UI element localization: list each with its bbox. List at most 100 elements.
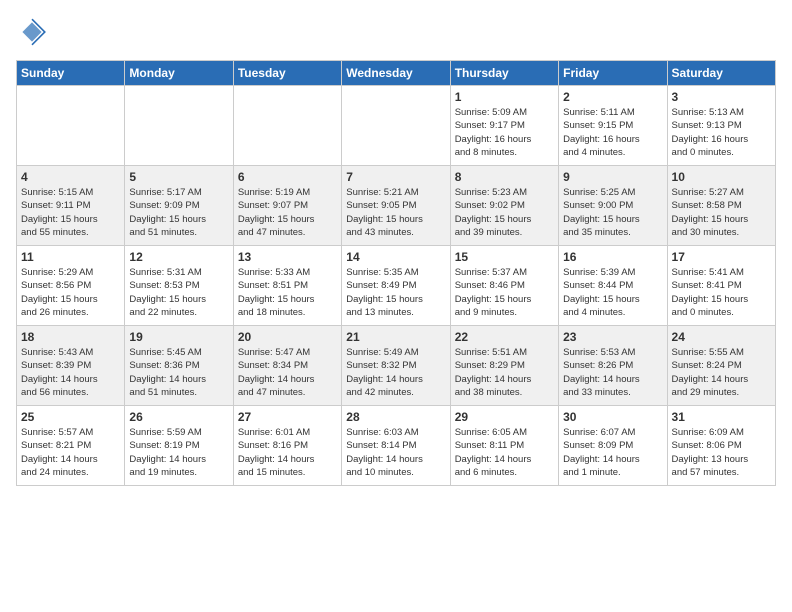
day-info: Sunrise: 5:21 AM Sunset: 9:05 PM Dayligh…: [346, 186, 445, 239]
day-info: Sunrise: 5:31 AM Sunset: 8:53 PM Dayligh…: [129, 266, 228, 319]
calendar-cell: 15Sunrise: 5:37 AM Sunset: 8:46 PM Dayli…: [450, 246, 558, 326]
logo: [16, 16, 52, 48]
calendar-cell: 7 Sunrise: 5:21 AM Sunset: 9:05 PM Daylig…: [342, 166, 450, 246]
day-number: 12: [129, 250, 228, 264]
day-number: 4: [21, 170, 120, 184]
day-number: 11: [21, 250, 120, 264]
day-info: Sunrise: 5:53 AM Sunset: 8:26 PM Dayligh…: [563, 346, 662, 399]
calendar-cell: 16Sunrise: 5:39 AM Sunset: 8:44 PM Dayli…: [559, 246, 667, 326]
day-number: 21: [346, 330, 445, 344]
calendar-week-4: 18Sunrise: 5:43 AM Sunset: 8:39 PM Dayli…: [17, 326, 776, 406]
calendar-cell: 28 Sunrise: 6:03 AM Sunset: 8:14 PM Dayli…: [342, 406, 450, 486]
calendar-cell: 14Sunrise: 5:35 AM Sunset: 8:49 PM Dayli…: [342, 246, 450, 326]
calendar-cell: 20Sunrise: 5:47 AM Sunset: 8:34 PM Dayli…: [233, 326, 341, 406]
day-number: 28: [346, 410, 445, 424]
calendar-cell: 6 Sunrise: 5:19 AM Sunset: 9:07 PM Daylig…: [233, 166, 341, 246]
calendar-cell: 27Sunrise: 6:01 AM Sunset: 8:16 PM Dayli…: [233, 406, 341, 486]
calendar-cell: 10 Sunrise: 5:27 AM Sunset: 8:58 PM Dayli…: [667, 166, 775, 246]
day-number: 8: [455, 170, 554, 184]
calendar-cell: [17, 86, 125, 166]
calendar-week-3: 11 Sunrise: 5:29 AM Sunset: 8:56 PM Dayli…: [17, 246, 776, 326]
day-info: Sunrise: 6:03 AM Sunset: 8:14 PM Dayligh…: [346, 426, 445, 479]
page-header: [16, 16, 776, 48]
calendar-cell: 21 Sunrise: 5:49 AM Sunset: 8:32 PM Dayli…: [342, 326, 450, 406]
day-header-thursday: Thursday: [450, 61, 558, 86]
calendar-cell: 12 Sunrise: 5:31 AM Sunset: 8:53 PM Dayli…: [125, 246, 233, 326]
day-info: Sunrise: 5:51 AM Sunset: 8:29 PM Dayligh…: [455, 346, 554, 399]
day-number: 29: [455, 410, 554, 424]
calendar-week-2: 4 Sunrise: 5:15 AM Sunset: 9:11 PM Daylig…: [17, 166, 776, 246]
day-number: 23: [563, 330, 662, 344]
calendar-cell: 19 Sunrise: 5:45 AM Sunset: 8:36 PM Dayli…: [125, 326, 233, 406]
day-info: Sunrise: 5:15 AM Sunset: 9:11 PM Dayligh…: [21, 186, 120, 239]
day-info: Sunrise: 5:59 AM Sunset: 8:19 PM Dayligh…: [129, 426, 228, 479]
calendar-cell: 4 Sunrise: 5:15 AM Sunset: 9:11 PM Daylig…: [17, 166, 125, 246]
logo-icon: [16, 16, 48, 48]
day-info: Sunrise: 6:05 AM Sunset: 8:11 PM Dayligh…: [455, 426, 554, 479]
calendar-cell: 1Sunrise: 5:09 AM Sunset: 9:17 PM Daylig…: [450, 86, 558, 166]
day-number: 26: [129, 410, 228, 424]
day-info: Sunrise: 6:01 AM Sunset: 8:16 PM Dayligh…: [238, 426, 337, 479]
day-number: 2: [563, 90, 662, 104]
day-number: 30: [563, 410, 662, 424]
day-info: Sunrise: 5:41 AM Sunset: 8:41 PM Dayligh…: [672, 266, 771, 319]
day-number: 3: [672, 90, 771, 104]
day-number: 22: [455, 330, 554, 344]
day-info: Sunrise: 5:45 AM Sunset: 8:36 PM Dayligh…: [129, 346, 228, 399]
calendar-cell: 26 Sunrise: 5:59 AM Sunset: 8:19 PM Dayli…: [125, 406, 233, 486]
day-header-sunday: Sunday: [17, 61, 125, 86]
calendar-cell: 9Sunrise: 5:25 AM Sunset: 9:00 PM Daylig…: [559, 166, 667, 246]
calendar-week-5: 25 Sunrise: 5:57 AM Sunset: 8:21 PM Dayli…: [17, 406, 776, 486]
day-info: Sunrise: 5:57 AM Sunset: 8:21 PM Dayligh…: [21, 426, 120, 479]
day-number: 1: [455, 90, 554, 104]
day-number: 25: [21, 410, 120, 424]
day-number: 31: [672, 410, 771, 424]
day-info: Sunrise: 5:19 AM Sunset: 9:07 PM Dayligh…: [238, 186, 337, 239]
day-number: 5: [129, 170, 228, 184]
day-number: 16: [563, 250, 662, 264]
day-info: Sunrise: 5:11 AM Sunset: 9:15 PM Dayligh…: [563, 106, 662, 159]
calendar-cell: 23 Sunrise: 5:53 AM Sunset: 8:26 PM Dayli…: [559, 326, 667, 406]
day-info: Sunrise: 5:47 AM Sunset: 8:34 PM Dayligh…: [238, 346, 337, 399]
day-number: 14: [346, 250, 445, 264]
calendar-cell: 18Sunrise: 5:43 AM Sunset: 8:39 PM Dayli…: [17, 326, 125, 406]
calendar-cell: [342, 86, 450, 166]
day-info: Sunrise: 5:25 AM Sunset: 9:00 PM Dayligh…: [563, 186, 662, 239]
calendar-cell: 29 Sunrise: 6:05 AM Sunset: 8:11 PM Dayli…: [450, 406, 558, 486]
day-number: 19: [129, 330, 228, 344]
calendar-cell: 31Sunrise: 6:09 AM Sunset: 8:06 PM Dayli…: [667, 406, 775, 486]
day-header-tuesday: Tuesday: [233, 61, 341, 86]
calendar-cell: 13Sunrise: 5:33 AM Sunset: 8:51 PM Dayli…: [233, 246, 341, 326]
calendar-cell: 30 Sunrise: 6:07 AM Sunset: 8:09 PM Dayli…: [559, 406, 667, 486]
day-number: 18: [21, 330, 120, 344]
day-info: Sunrise: 5:33 AM Sunset: 8:51 PM Dayligh…: [238, 266, 337, 319]
day-info: Sunrise: 5:49 AM Sunset: 8:32 PM Dayligh…: [346, 346, 445, 399]
calendar-cell: 22 Sunrise: 5:51 AM Sunset: 8:29 PM Dayli…: [450, 326, 558, 406]
day-number: 17: [672, 250, 771, 264]
day-header-monday: Monday: [125, 61, 233, 86]
calendar-cell: [125, 86, 233, 166]
calendar-cell: 8 Sunrise: 5:23 AM Sunset: 9:02 PM Daylig…: [450, 166, 558, 246]
day-info: Sunrise: 5:55 AM Sunset: 8:24 PM Dayligh…: [672, 346, 771, 399]
day-info: Sunrise: 5:27 AM Sunset: 8:58 PM Dayligh…: [672, 186, 771, 239]
calendar-cell: 2 Sunrise: 5:11 AM Sunset: 9:15 PM Daylig…: [559, 86, 667, 166]
day-number: 15: [455, 250, 554, 264]
day-number: 6: [238, 170, 337, 184]
day-info: Sunrise: 6:07 AM Sunset: 8:09 PM Dayligh…: [563, 426, 662, 479]
day-info: Sunrise: 5:17 AM Sunset: 9:09 PM Dayligh…: [129, 186, 228, 239]
day-number: 10: [672, 170, 771, 184]
calendar-cell: 24 Sunrise: 5:55 AM Sunset: 8:24 PM Dayli…: [667, 326, 775, 406]
calendar-header-row: SundayMondayTuesdayWednesdayThursdayFrid…: [17, 61, 776, 86]
day-info: Sunrise: 5:29 AM Sunset: 8:56 PM Dayligh…: [21, 266, 120, 319]
day-number: 24: [672, 330, 771, 344]
calendar-cell: 25 Sunrise: 5:57 AM Sunset: 8:21 PM Dayli…: [17, 406, 125, 486]
calendar-cell: 3 Sunrise: 5:13 AM Sunset: 9:13 PM Daylig…: [667, 86, 775, 166]
day-number: 7: [346, 170, 445, 184]
calendar-cell: [233, 86, 341, 166]
calendar-table: SundayMondayTuesdayWednesdayThursdayFrid…: [16, 60, 776, 486]
day-header-friday: Friday: [559, 61, 667, 86]
day-info: Sunrise: 5:13 AM Sunset: 9:13 PM Dayligh…: [672, 106, 771, 159]
calendar-cell: 5 Sunrise: 5:17 AM Sunset: 9:09 PM Daylig…: [125, 166, 233, 246]
day-header-wednesday: Wednesday: [342, 61, 450, 86]
day-info: Sunrise: 5:23 AM Sunset: 9:02 PM Dayligh…: [455, 186, 554, 239]
